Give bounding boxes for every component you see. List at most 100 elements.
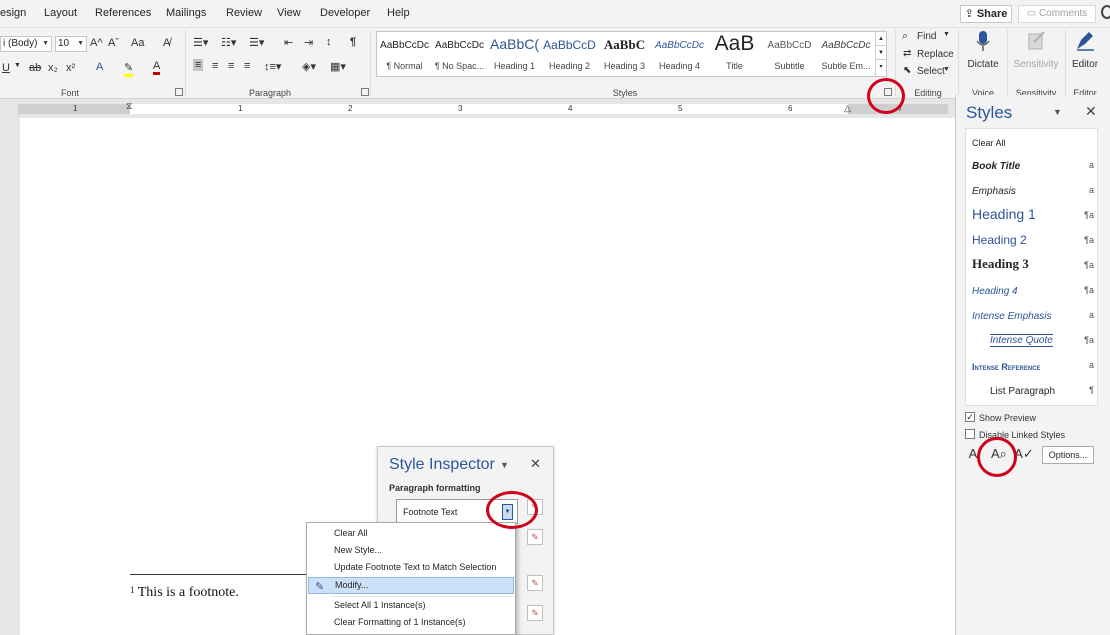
show-marks-button[interactable]: ¶ <box>350 36 356 48</box>
justify-icon[interactable]: ≡ <box>244 60 250 72</box>
clear-formatting-icon[interactable]: A̸ <box>163 37 170 49</box>
style-intense-quote[interactable]: Intense Quote ¶a <box>972 326 1094 351</box>
gallery-more-icon[interactable]: ▾ <box>876 60 886 74</box>
style-intense-reference[interactable]: Intense Reference a <box>972 351 1094 376</box>
share-button[interactable]: ⇪ Share <box>960 5 1012 23</box>
menu-item-new-style[interactable]: New Style... <box>308 542 514 559</box>
menu-item-clear-formatting-instances[interactable]: Clear Formatting of 1 Instance(s) <box>308 614 514 631</box>
style-heading-2[interactable]: Heading 2 ¶a <box>972 226 1094 251</box>
menu-item-clear-all[interactable]: Clear All <box>308 525 514 542</box>
multilevel-list-icon[interactable]: ☰▾ <box>249 36 264 49</box>
disable-linked-styles-checkbox[interactable] <box>965 429 975 439</box>
gallery-style-normal[interactable]: AaBbCcDc ¶ Normal <box>377 32 432 76</box>
align-right-icon[interactable]: ≡ <box>228 60 234 72</box>
tab-view[interactable]: View <box>277 7 301 19</box>
tab-design[interactable]: esign <box>0 7 26 19</box>
decrease-indent-icon[interactable]: ⇤ <box>284 36 293 49</box>
sensitivity-button[interactable]: Sensitivity <box>1010 30 1062 70</box>
find-button[interactable]: Find <box>917 31 936 42</box>
superscript-button[interactable]: x² <box>66 62 75 74</box>
gallery-scrollbar[interactable]: ▲ ▼ ▾ <box>875 32 886 76</box>
clear-paragraph-formatting-icon[interactable]: ✎ <box>527 529 543 545</box>
shading-icon[interactable]: ◈▾ <box>302 60 316 73</box>
chevron-down-icon[interactable]: ▼ <box>876 46 886 60</box>
close-icon[interactable]: ✕ <box>1085 103 1097 120</box>
tab-help[interactable]: Help <box>387 7 410 19</box>
clear-character-formatting-icon[interactable]: ✎ <box>527 605 543 621</box>
font-color-button[interactable]: A <box>153 60 161 75</box>
style-book-title[interactable]: Book Title a <box>972 151 1094 176</box>
borders-icon[interactable]: ▦▾ <box>330 60 346 73</box>
tab-layout[interactable]: Layout <box>44 7 77 19</box>
gallery-style-subtle-emphasis[interactable]: AaBbCcDc Subtle Em... <box>817 32 875 76</box>
strikethrough-icon[interactable]: ab <box>29 62 41 74</box>
reset-character-icon[interactable]: ✎ <box>527 575 543 591</box>
editor-button[interactable]: Editor <box>1068 30 1102 70</box>
subscript-button[interactable]: x₂ <box>48 62 58 74</box>
replace-button[interactable]: Replace <box>917 49 954 60</box>
highlight-icon[interactable]: ✎ <box>124 61 134 77</box>
chevron-down-icon[interactable]: ▼ <box>943 66 950 73</box>
tab-references[interactable]: References <box>95 7 151 19</box>
font-dialog-launcher-icon[interactable] <box>175 88 183 96</box>
gallery-style-no-spacing[interactable]: AaBbCcDc ¶ No Spac... <box>432 32 487 76</box>
font-size-box[interactable]: 10 ▼ <box>55 36 87 52</box>
underline-button[interactable]: U <box>2 62 10 74</box>
line-spacing-icon[interactable]: ↕≡▾ <box>264 60 281 73</box>
gallery-style-name: Heading 2 <box>548 61 591 71</box>
tab-mailings[interactable]: Mailings <box>166 7 206 19</box>
right-indent-marker-icon[interactable]: △ <box>844 103 851 114</box>
style-emphasis[interactable]: Emphasis a <box>972 176 1094 201</box>
gallery-style-heading-2[interactable]: AaBbCcD Heading 2 <box>542 32 597 76</box>
group-divider <box>370 30 371 96</box>
menu-item-modify[interactable]: ✎ Modify... <box>308 577 514 594</box>
increase-indent-icon[interactable]: ⇥ <box>304 36 313 49</box>
select-icon[interactable]: ⬉ <box>903 65 911 76</box>
sort-icon[interactable]: ↕ <box>326 36 332 48</box>
style-heading-1[interactable]: Heading 1 ¶a <box>972 201 1094 226</box>
chevron-down-icon[interactable]: ▼ <box>14 62 21 69</box>
align-left-icon[interactable]: ≡ <box>193 59 204 71</box>
menu-item-update-style[interactable]: Update Footnote Text to Match Selection <box>308 559 514 576</box>
style-list-paragraph[interactable]: List Paragraph ¶ <box>972 376 1094 401</box>
style-intense-emphasis[interactable]: Intense Emphasis a <box>972 301 1094 326</box>
font-name-box[interactable]: i (Body) ▼ <box>0 36 52 52</box>
editing-group-label: Editing <box>914 88 942 98</box>
comments-button[interactable]: ▭ Comments <box>1018 5 1096 23</box>
style-heading-3[interactable]: Heading 3 ¶a <box>972 251 1094 276</box>
menu-item-select-all-instances[interactable]: Select All 1 Instance(s) <box>308 597 514 614</box>
gallery-style-title[interactable]: AaB Title <box>707 32 762 76</box>
chevron-down-icon[interactable]: ▼ <box>500 460 509 470</box>
gallery-style-heading-3[interactable]: AaBbC Heading 3 <box>597 32 652 76</box>
chevron-up-icon[interactable]: ▲ <box>876 32 886 46</box>
footnote[interactable]: 1 This is a footnote. <box>130 585 239 601</box>
close-icon[interactable]: ✕ <box>530 456 541 472</box>
tab-developer[interactable]: Developer <box>320 7 370 19</box>
shrink-font-button[interactable]: Aˇ <box>108 37 119 49</box>
bullets-icon[interactable]: ☰▾ <box>193 36 208 49</box>
dictate-button[interactable]: Dictate <box>964 30 1002 70</box>
gallery-style-heading-1[interactable]: AaBbC( Heading 1 <box>487 32 542 76</box>
grow-font-button[interactable]: A^ <box>90 37 103 49</box>
account-icon[interactable] <box>1101 5 1110 19</box>
menu-item-label: Modify... <box>335 580 369 590</box>
replace-icon[interactable]: ⇄ <box>903 48 911 59</box>
gallery-style-heading-4[interactable]: AaBbCcDc Heading 4 <box>652 32 707 76</box>
horizontal-ruler[interactable]: 1 1 2 3 4 5 6 7 ⧖ △ <box>0 100 955 118</box>
chevron-down-icon[interactable]: ▼ <box>943 31 950 38</box>
select-button[interactable]: Select <box>917 66 945 77</box>
show-preview-checkbox[interactable]: ✓ <box>965 412 975 422</box>
style-clear-all[interactable]: Clear All <box>972 129 1094 151</box>
text-effects-icon[interactable]: A <box>96 61 103 73</box>
change-case-button[interactable]: Aa <box>131 37 144 49</box>
style-heading-4[interactable]: Heading 4 ¶a <box>972 276 1094 301</box>
find-icon[interactable]: ⌕ <box>902 30 908 43</box>
indent-marker-icon[interactable]: ⧖ <box>126 101 132 112</box>
chevron-down-icon[interactable]: ▼ <box>1053 107 1062 117</box>
tab-review[interactable]: Review <box>226 7 262 19</box>
align-center-icon[interactable]: ≡ <box>212 60 218 72</box>
gallery-style-subtitle[interactable]: AaBbCcD Subtitle <box>762 32 817 76</box>
options-button[interactable]: Options... <box>1042 446 1094 464</box>
paragraph-dialog-launcher-icon[interactable] <box>361 88 369 96</box>
numbering-icon[interactable]: ☷▾ <box>221 36 236 49</box>
